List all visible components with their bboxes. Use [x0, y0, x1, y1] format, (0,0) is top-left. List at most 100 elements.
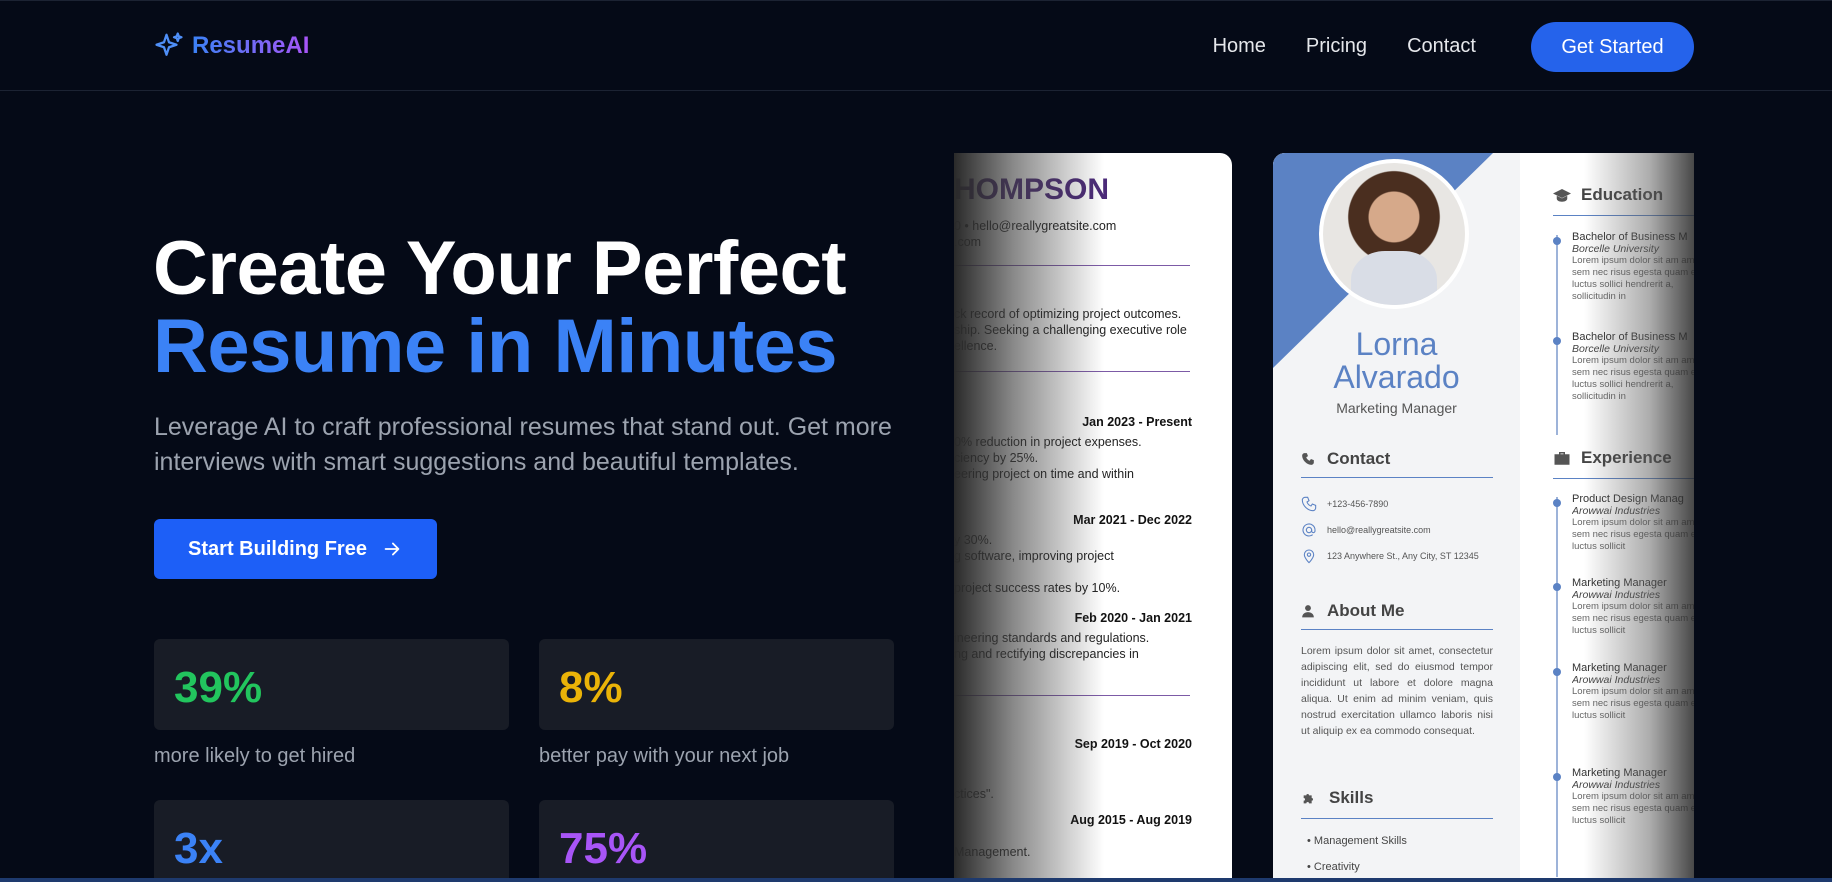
section-experience: Experience — [1553, 448, 1672, 468]
section-title: Skills — [1329, 788, 1374, 807]
item-subtitle: Borcelle University — [1572, 343, 1659, 355]
job-date: Feb 2020 - Jan 2021 — [1074, 611, 1192, 625]
job-line: g software, improving project — [954, 549, 1114, 563]
job-line: ng and rectifying discrepancies in — [954, 647, 1139, 661]
section-title: Contact — [1327, 449, 1391, 468]
timeline-dot — [1553, 337, 1561, 345]
item-desc: Lorem ipsum dolor sit am amet sem nec ri… — [1572, 686, 1694, 721]
last-name: Alvarado — [1333, 359, 1460, 395]
stat-value: 75% — [559, 824, 648, 873]
item-title: Marketing Manager — [1572, 662, 1667, 674]
education-item: Bachelor of Business M Borcelle Universi… — [1572, 331, 1694, 403]
avatar — [1319, 159, 1469, 309]
resume-contact: 0 • hello@reallygreatsite.com — [954, 219, 1117, 233]
divider — [1301, 629, 1493, 630]
first-name: Lorna — [1355, 326, 1438, 362]
start-building-button[interactable]: Start Building Free — [154, 519, 437, 579]
resume-contact: .com — [954, 235, 982, 249]
job-line: ctices". — [954, 787, 994, 801]
stat-card: 75% — [539, 800, 894, 882]
contact-phone: +123-456-7890 — [1301, 496, 1388, 512]
stat-card: 3x — [154, 800, 509, 882]
job-date: Jan 2023 - Present — [1082, 415, 1192, 429]
hero-subtitle: Leverage AI to craft professional resume… — [154, 413, 892, 476]
divider — [1553, 215, 1694, 216]
divider — [1301, 818, 1493, 819]
timeline-dot — [1553, 237, 1561, 245]
divider — [954, 695, 1190, 696]
section-about: About Me — [1301, 601, 1404, 621]
profile-photo — [1323, 163, 1465, 305]
item-title: Bachelor of Business M — [1572, 331, 1688, 343]
experience-item: Marketing Manager Arowwai Industries Lor… — [1572, 767, 1694, 827]
section-title: Experience — [1581, 448, 1672, 467]
timeline — [1556, 235, 1558, 435]
timeline — [1556, 497, 1558, 877]
item-title: Product Design Manag — [1572, 493, 1684, 505]
section-skills: Skills — [1301, 788, 1373, 808]
hero-title-line1: Create Your Perfect — [153, 226, 847, 311]
item-subtitle: Borcelle University — [1572, 243, 1659, 255]
resume-preview-classic[interactable]: HOMPSON 0 • hello@reallygreatsite.com .c… — [954, 153, 1232, 882]
experience-item: Marketing Manager Arowwai Industries Lor… — [1572, 662, 1694, 722]
stat-value: 8% — [559, 663, 623, 712]
resume-name: HOMPSON — [954, 173, 1110, 206]
user-icon — [1302, 605, 1314, 618]
start-building-label: Start Building Free — [188, 537, 367, 560]
item-desc: Lorem ipsum dolor sit am amet sem nec ri… — [1572, 791, 1694, 826]
job-line: ciency by 25%. — [954, 451, 1039, 465]
job-line: Management. — [954, 845, 1031, 859]
phone-icon — [1302, 453, 1314, 465]
brand-name: ResumeAI — [192, 32, 310, 59]
logo[interactable]: ResumeAI — [154, 31, 309, 61]
hero-title: Create Your Perfect Resume in Minutes — [153, 230, 847, 386]
item-desc: Lorem ipsum dolor sit am amet sem nec ri… — [1572, 601, 1694, 636]
nav-link-contact[interactable]: Contact — [1407, 35, 1476, 58]
item-desc: Lorem ipsum dolor sit am amet sem nec ri… — [1572, 355, 1694, 402]
education-item: Bachelor of Business M Borcelle Universi… — [1572, 231, 1694, 303]
nav-links: Home Pricing Contact — [1213, 35, 1476, 58]
job-line: eering project on time and within — [954, 467, 1134, 481]
job-date: Mar 2021 - Dec 2022 — [1073, 513, 1192, 527]
stat-value: 39% — [174, 663, 263, 712]
section-contact: Contact — [1301, 449, 1390, 469]
contact-value: hello@reallygreatsite.com — [1327, 525, 1431, 535]
item-subtitle: Arowwai Industries — [1572, 505, 1661, 517]
timeline-dot — [1553, 668, 1561, 676]
stat-label: better pay with your next job — [539, 745, 790, 767]
experience-item: Marketing Manager Arowwai Industries Lor… — [1572, 577, 1694, 637]
experience-item: Product Design Manag Arowwai Industries … — [1572, 493, 1694, 553]
divider — [954, 371, 1190, 372]
item-title: Bachelor of Business M — [1572, 231, 1688, 243]
job-line: 0% reduction in project expenses. — [954, 435, 1142, 449]
bottom-bar — [0, 878, 1832, 882]
arrow-right-icon — [384, 542, 400, 556]
job-date: Sep 2019 - Oct 2020 — [1074, 737, 1192, 751]
resume-name: Lorna Alvarado — [1273, 328, 1520, 394]
stat-value: 3x — [174, 824, 223, 873]
job-line: ineering standards and regulations. — [954, 631, 1150, 645]
job-line: y 30%. — [954, 533, 993, 547]
phone-icon — [1301, 496, 1317, 512]
item-subtitle: Arowwai Industries — [1572, 589, 1661, 601]
divider — [1553, 478, 1694, 479]
section-title: Education — [1581, 185, 1664, 204]
nav-link-home[interactable]: Home — [1213, 35, 1266, 58]
map-pin-icon — [1303, 549, 1315, 564]
contact-email: hello@reallygreatsite.com — [1301, 522, 1431, 538]
stat-card: 8% — [539, 639, 894, 730]
get-started-button[interactable]: Get Started — [1531, 22, 1694, 72]
resume-summary-line: ellence. — [954, 339, 998, 353]
item-desc: Lorem ipsum dolor sit am amet sem nec ri… — [1572, 255, 1694, 302]
graduation-cap-icon — [1553, 189, 1571, 202]
contact-address: 123 Anywhere St., Any City, ST 12345 — [1301, 548, 1479, 564]
skill-item: • Creativity — [1307, 861, 1360, 873]
skill-label: Management Skills — [1313, 835, 1407, 847]
timeline-dot — [1553, 499, 1561, 507]
nav-link-pricing[interactable]: Pricing — [1306, 35, 1367, 58]
timeline-dot — [1553, 773, 1561, 781]
sparkle-icon — [155, 32, 183, 56]
job-date: Aug 2015 - Aug 2019 — [1070, 813, 1192, 827]
divider — [1301, 477, 1493, 478]
resume-preview-modern[interactable]: Lorna Alvarado Marketing Manager Contact… — [1273, 153, 1694, 882]
